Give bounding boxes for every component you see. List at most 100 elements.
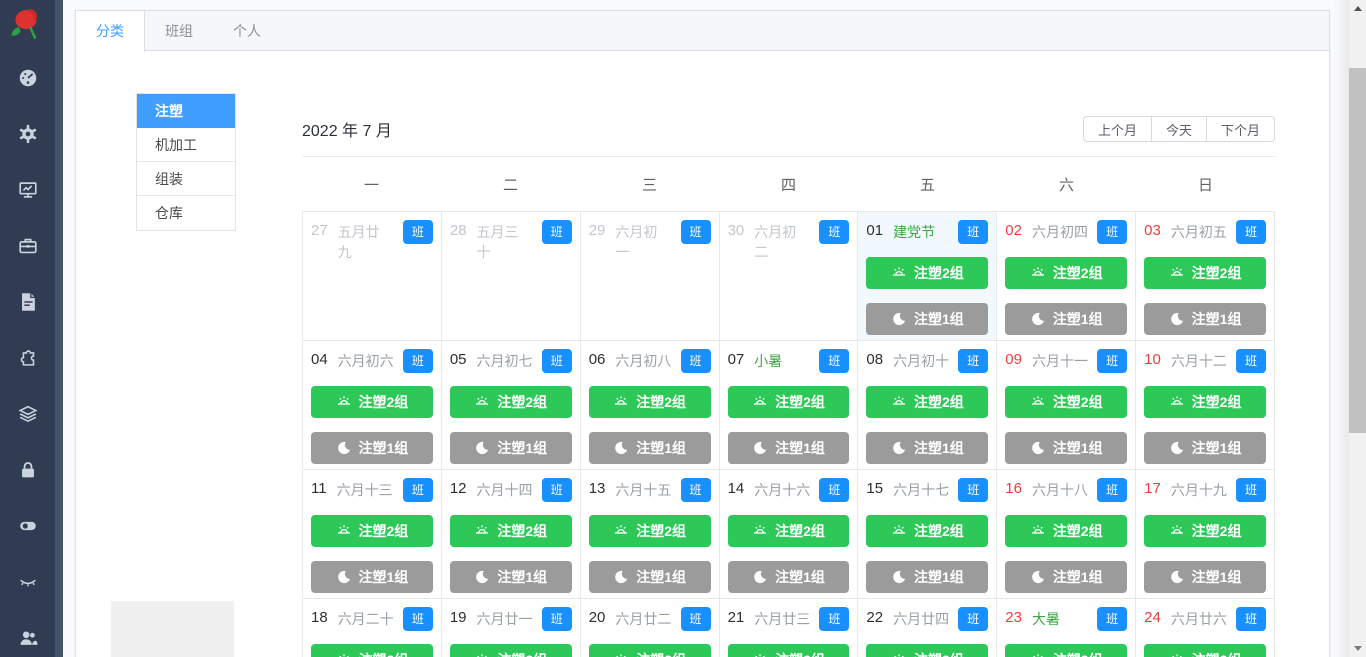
night-shift-button[interactable]: 注塑1组 (588, 432, 711, 464)
night-shift-button[interactable]: 注塑1组 (1144, 432, 1266, 464)
calendar-day-cell[interactable]: 06 六月初八班注塑2组 注塑1组 (580, 341, 720, 470)
calendar-day-cell[interactable]: 18六月二十班注塑2组注塑1组 (303, 599, 442, 657)
calendar-day-cell[interactable]: 04 六月初六班注塑2组 注塑1组 (303, 341, 442, 470)
shift-badge-button[interactable]: 班 (1097, 349, 1128, 373)
shift-badge-button[interactable]: 班 (1235, 607, 1266, 631)
day-shift-button[interactable]: 注塑2组 (727, 386, 850, 418)
users-icon[interactable] (16, 626, 40, 650)
calendar-day-cell[interactable]: 21六月廿三班注塑2组注塑1组 (719, 599, 859, 657)
day-shift-button[interactable]: 注塑2组 (311, 644, 433, 657)
shift-badge-button[interactable]: 班 (819, 349, 850, 373)
shift-badge-button[interactable]: 班 (1097, 478, 1128, 502)
day-shift-button[interactable]: 注塑2组 (1144, 386, 1266, 418)
night-shift-button[interactable]: 注塑1组 (1144, 303, 1266, 335)
shift-badge-button[interactable]: 班 (402, 478, 433, 502)
shift-badge-button[interactable]: 班 (680, 478, 711, 502)
calendar-day-cell[interactable]: 24六月廿六班注塑2组注塑1组 (1136, 599, 1275, 657)
night-shift-button[interactable]: 注塑1组 (449, 432, 572, 464)
calendar-day-cell[interactable]: 17 六月十九班注塑2组 注塑1组 (1136, 470, 1275, 599)
night-shift-button[interactable]: 注塑1组 (1005, 432, 1128, 464)
sidebar-scrollbar[interactable] (55, 0, 63, 657)
night-shift-button[interactable]: 注塑1组 (449, 561, 572, 593)
night-shift-button[interactable]: 注塑1组 (588, 561, 711, 593)
settings-icon[interactable] (16, 122, 40, 146)
today-button[interactable]: 今天 (1150, 116, 1207, 142)
calendar-day-cell[interactable]: 05 六月初七班注塑2组 注塑1组 (441, 341, 581, 470)
day-shift-button[interactable]: 注塑2组 (866, 386, 989, 418)
day-shift-button[interactable]: 注塑2组 (866, 257, 989, 289)
night-shift-button[interactable]: 注塑1组 (1005, 561, 1128, 593)
day-shift-button[interactable]: 注塑2组 (866, 515, 989, 547)
day-shift-button[interactable]: 注塑2组 (727, 644, 850, 657)
calendar-day-cell[interactable]: 20六月廿二班注塑2组注塑1组 (580, 599, 720, 657)
day-shift-button[interactable]: 注塑2组 (1144, 644, 1266, 657)
calendar-day-cell[interactable]: 16 六月十八班注塑2组 注塑1组 (997, 470, 1137, 599)
tab-team[interactable]: 班组 (145, 11, 213, 51)
night-shift-button[interactable]: 注塑1组 (727, 432, 850, 464)
layers-icon[interactable] (16, 402, 40, 426)
shift-badge-button[interactable]: 班 (541, 220, 572, 244)
lock-icon[interactable] (16, 458, 40, 482)
calendar-day-cell[interactable]: 09 六月十一班注塑2组 注塑1组 (997, 341, 1137, 470)
shift-badge-button[interactable]: 班 (819, 607, 850, 631)
shift-badge-button[interactable]: 班 (680, 349, 711, 373)
shift-badge-button[interactable]: 班 (402, 349, 433, 373)
shift-badge-button[interactable]: 班 (541, 349, 572, 373)
day-shift-button[interactable]: 注塑2组 (449, 644, 572, 657)
calendar-day-cell[interactable]: 30 六月初二班 (719, 212, 859, 341)
shift-badge-button[interactable]: 班 (1097, 220, 1128, 244)
next-month-button[interactable]: 下个月 (1205, 116, 1275, 142)
dashboard-icon[interactable] (16, 66, 40, 90)
night-shift-button[interactable]: 注塑1组 (1005, 303, 1128, 335)
shift-badge-button[interactable]: 班 (958, 220, 989, 244)
day-shift-button[interactable]: 注塑2组 (1005, 515, 1128, 547)
shift-badge-button[interactable]: 班 (541, 607, 572, 631)
menu-item-warehouse[interactable]: 仓库 (137, 196, 235, 230)
calendar-day-cell[interactable]: 07 小暑 班注塑2组 注塑1组 (719, 341, 859, 470)
day-shift-button[interactable]: 注塑2组 (311, 515, 433, 547)
day-shift-button[interactable]: 注塑2组 (1144, 515, 1266, 547)
day-shift-button[interactable]: 注塑2组 (866, 644, 989, 657)
shift-badge-button[interactable]: 班 (819, 478, 850, 502)
calendar-day-cell[interactable]: 29 六月初一班 (580, 212, 720, 341)
briefcase-icon[interactable] (16, 234, 40, 258)
shift-badge-button[interactable]: 班 (1097, 607, 1128, 631)
scroll-down-arrow[interactable] (1349, 640, 1366, 657)
night-shift-button[interactable]: 注塑1组 (311, 561, 433, 593)
calendar-day-cell[interactable]: 03 六月初五班注塑2组 注塑1组 (1136, 212, 1275, 341)
menu-item-injection-molding[interactable]: 注塑 (137, 94, 235, 128)
shift-badge-button[interactable]: 班 (1235, 349, 1266, 373)
prev-month-button[interactable]: 上个月 (1082, 116, 1152, 142)
calendar-day-cell[interactable]: 22六月廿四班注塑2组注塑1组 (858, 599, 998, 657)
scrollbar-thumb[interactable] (1349, 68, 1366, 433)
calendar-day-cell[interactable]: 11 六月十三班注塑2组 注塑1组 (303, 470, 442, 599)
calendar-day-cell[interactable]: 23大暑班注塑2组注塑1组 (997, 599, 1137, 657)
day-shift-button[interactable]: 注塑2组 (449, 515, 572, 547)
tab-personal[interactable]: 个人 (213, 11, 281, 51)
tab-category[interactable]: 分类 (76, 11, 145, 52)
shift-badge-button[interactable]: 班 (680, 220, 711, 244)
night-shift-button[interactable]: 注塑1组 (866, 561, 989, 593)
toggle-icon[interactable] (16, 514, 40, 538)
calendar-day-cell[interactable]: 01 建党节 班注塑2组 注塑1组 (858, 212, 998, 341)
shift-badge-button[interactable]: 班 (819, 220, 850, 244)
day-shift-button[interactable]: 注塑2组 (1144, 257, 1266, 289)
eye-closed-icon[interactable] (16, 570, 40, 594)
calendar-day-cell[interactable]: 12 六月十四班注塑2组 注塑1组 (441, 470, 581, 599)
scroll-up-arrow[interactable] (1349, 0, 1366, 17)
day-shift-button[interactable]: 注塑2组 (1005, 644, 1128, 657)
night-shift-button[interactable]: 注塑1组 (866, 432, 989, 464)
calendar-day-cell[interactable]: 27 五月廿九班 (303, 212, 442, 341)
shift-badge-button[interactable]: 班 (402, 607, 433, 631)
day-shift-button[interactable]: 注塑2组 (1005, 386, 1128, 418)
night-shift-button[interactable]: 注塑1组 (866, 303, 989, 335)
day-shift-button[interactable]: 注塑2组 (588, 386, 711, 418)
day-shift-button[interactable]: 注塑2组 (311, 386, 433, 418)
shift-badge-button[interactable]: 班 (1235, 220, 1266, 244)
night-shift-button[interactable]: 注塑1组 (311, 432, 433, 464)
page-scrollbar[interactable] (1349, 0, 1366, 657)
calendar-day-cell[interactable]: 02 六月初四班注塑2组 注塑1组 (997, 212, 1137, 341)
app-logo[interactable] (6, 5, 48, 47)
calendar-day-cell[interactable]: 10 六月十二班注塑2组 注塑1组 (1136, 341, 1275, 470)
document-icon[interactable] (16, 290, 40, 314)
